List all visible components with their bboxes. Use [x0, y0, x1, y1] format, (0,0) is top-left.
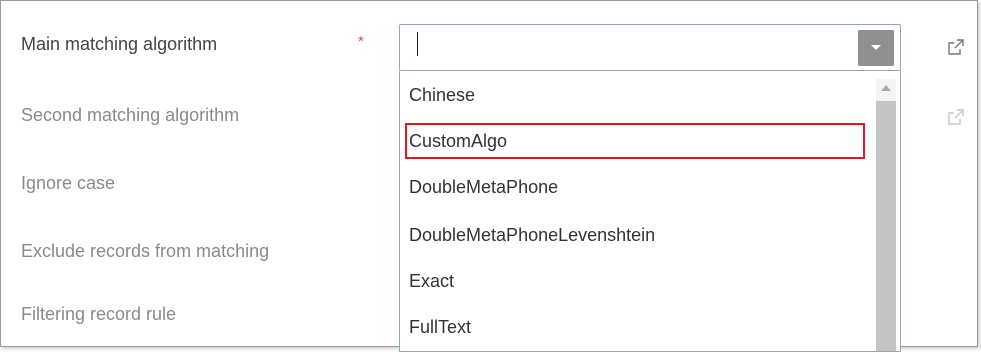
label-filtering-record-rule: Filtering record rule [21, 304, 177, 324]
label-second-matching-algorithm: Second matching algorithm [21, 105, 240, 125]
external-link-icon [948, 109, 964, 125]
scrollbar-thumb[interactable] [876, 101, 896, 351]
label-ignore-case: Ignore case [21, 173, 116, 193]
external-link-icon[interactable] [947, 38, 965, 56]
algorithm-dropdown-list[interactable]: Chinese CustomAlgo DoubleMetaPhone Doubl… [399, 71, 901, 352]
dropdown-option-chinese[interactable]: Chinese [409, 85, 475, 106]
main-algorithm-input[interactable] [408, 31, 848, 63]
main-algorithm-combobox[interactable] [399, 24, 901, 71]
dropdown-toggle-button[interactable] [858, 30, 894, 66]
chevron-down-icon [871, 45, 881, 50]
label-exclude-records: Exclude records from matching [21, 241, 270, 261]
dropdown-option-customalgo[interactable]: CustomAlgo [409, 131, 507, 152]
dropdown-option-exact[interactable]: Exact [409, 271, 454, 292]
dropdown-option-doublemetaphonelevenshtein[interactable]: DoubleMetaPhoneLevenshtein [409, 225, 655, 246]
label-main-matching-algorithm: Main matching algorithm [21, 34, 218, 54]
form-panel: Main matching algorithm * Second matchin… [0, 0, 978, 352]
dropdown-option-fulltext[interactable]: FullText [409, 317, 471, 338]
scroll-up-arrow-icon[interactable] [881, 85, 891, 91]
dropdown-option-doublemetaphone[interactable]: DoubleMetaPhone [409, 177, 558, 198]
text-cursor [417, 32, 418, 56]
dropdown-scrollbar[interactable] [876, 79, 896, 351]
required-marker: * [358, 33, 364, 50]
